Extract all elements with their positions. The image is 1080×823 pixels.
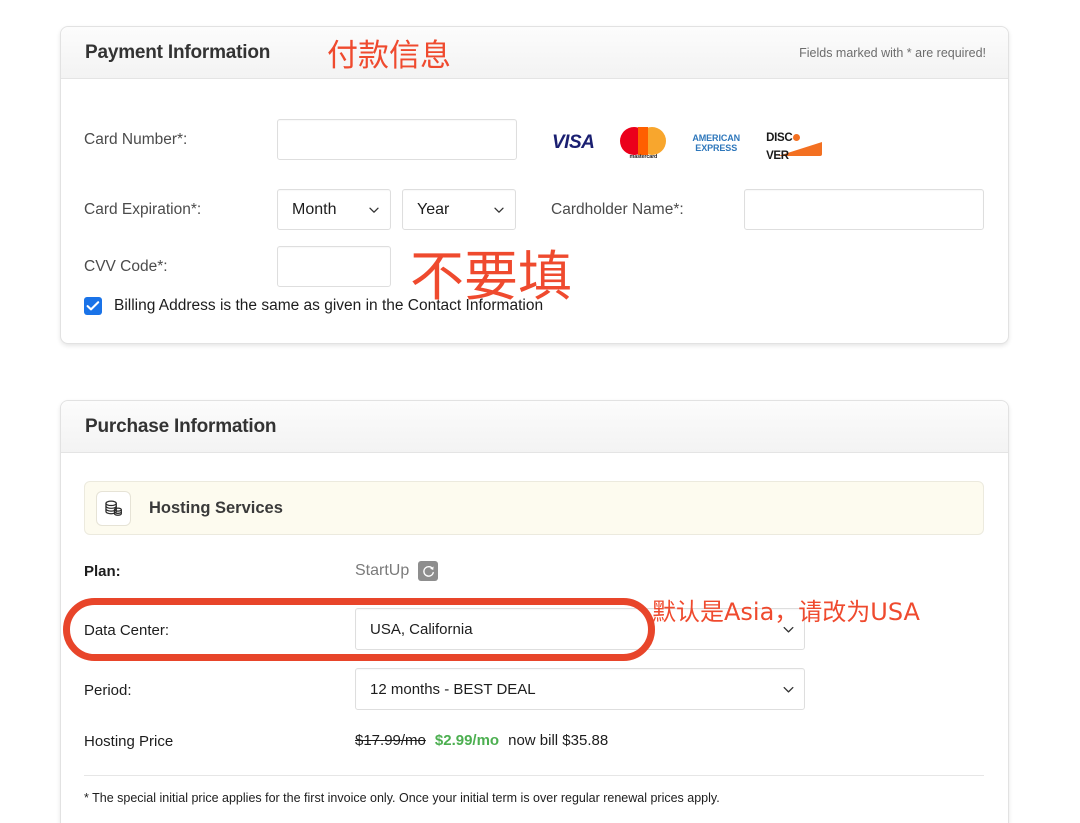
period-select[interactable]: 12 months - BEST DEAL <box>355 668 805 710</box>
accepted-card-brands: VISA mastercard AMERICAN EXPRESS DISCVER <box>552 126 823 162</box>
billing-address-checkbox-label: Billing Address is the same as given in … <box>114 297 544 314</box>
page-title: Payment Information <box>85 41 271 63</box>
card-number-label: Card Number*: <box>84 131 188 148</box>
data-center-select[interactable]: USA, California <box>355 608 805 650</box>
plan-value-row: StartUp <box>355 561 439 581</box>
hosting-price-label: Hosting Price <box>84 733 174 750</box>
hosting-services-title: Hosting Services <box>149 498 283 517</box>
billing-address-checkbox-row[interactable]: Billing Address is the same as given in … <box>84 297 543 315</box>
plan-label: Plan: <box>84 563 121 580</box>
payment-panel-header: Payment Information Fields marked with *… <box>61 27 1008 79</box>
american-express-icon: AMERICAN EXPRESS <box>692 133 741 153</box>
cvv-code-input[interactable] <box>277 246 391 287</box>
purchase-panel-title: Purchase Information <box>85 415 277 437</box>
mastercard-icon: mastercard <box>620 127 667 160</box>
card-expiration-month-select[interactable]: Month <box>277 189 391 230</box>
footnote-divider <box>84 775 984 776</box>
required-fields-note: Fields marked with * are required! <box>799 45 986 60</box>
cvv-code-label: CVV Code*: <box>84 258 168 275</box>
page-root: Payment Information Fields marked with *… <box>0 0 1080 823</box>
card-expiration-year-select[interactable]: Year <box>402 189 516 230</box>
data-center-label: Data Center: <box>84 622 170 639</box>
purchase-panel-header: Purchase Information <box>61 401 1008 453</box>
coins-stack-icon <box>96 490 131 526</box>
chevron-down-icon <box>782 623 794 635</box>
card-number-input[interactable] <box>277 119 517 160</box>
hosting-services-banner: Hosting Services <box>84 481 984 535</box>
period-value: 12 months - BEST DEAL <box>370 680 536 698</box>
data-center-value: USA, California <box>370 620 473 638</box>
period-label: Period: <box>84 682 132 699</box>
card-expiration-label: Card Expiration*: <box>84 201 202 218</box>
billing-address-checkbox[interactable] <box>84 297 102 315</box>
year-select-value: Year <box>417 200 450 218</box>
chevron-down-icon <box>782 683 794 695</box>
cardholder-name-input[interactable] <box>744 189 984 230</box>
pricing-footnote: * The special initial price applies for … <box>84 791 720 805</box>
visa-icon: VISA <box>552 132 595 153</box>
refresh-icon[interactable] <box>418 561 439 581</box>
cardholder-name-label: Cardholder Name*: <box>551 201 684 218</box>
discover-icon: DISCVER <box>766 128 823 162</box>
chevron-down-icon <box>493 204 505 216</box>
hosting-price-discounted: $2.99/mo <box>434 732 500 749</box>
hosting-price-bill-total: now bill $35.88 <box>508 732 609 749</box>
chevron-down-icon <box>368 204 380 216</box>
month-select-value: Month <box>292 200 337 218</box>
hosting-price-values: $17.99/mo $2.99/mo now bill $35.88 <box>355 732 608 749</box>
hosting-price-original: $17.99/mo <box>355 732 426 749</box>
plan-value: StartUp <box>355 562 410 579</box>
